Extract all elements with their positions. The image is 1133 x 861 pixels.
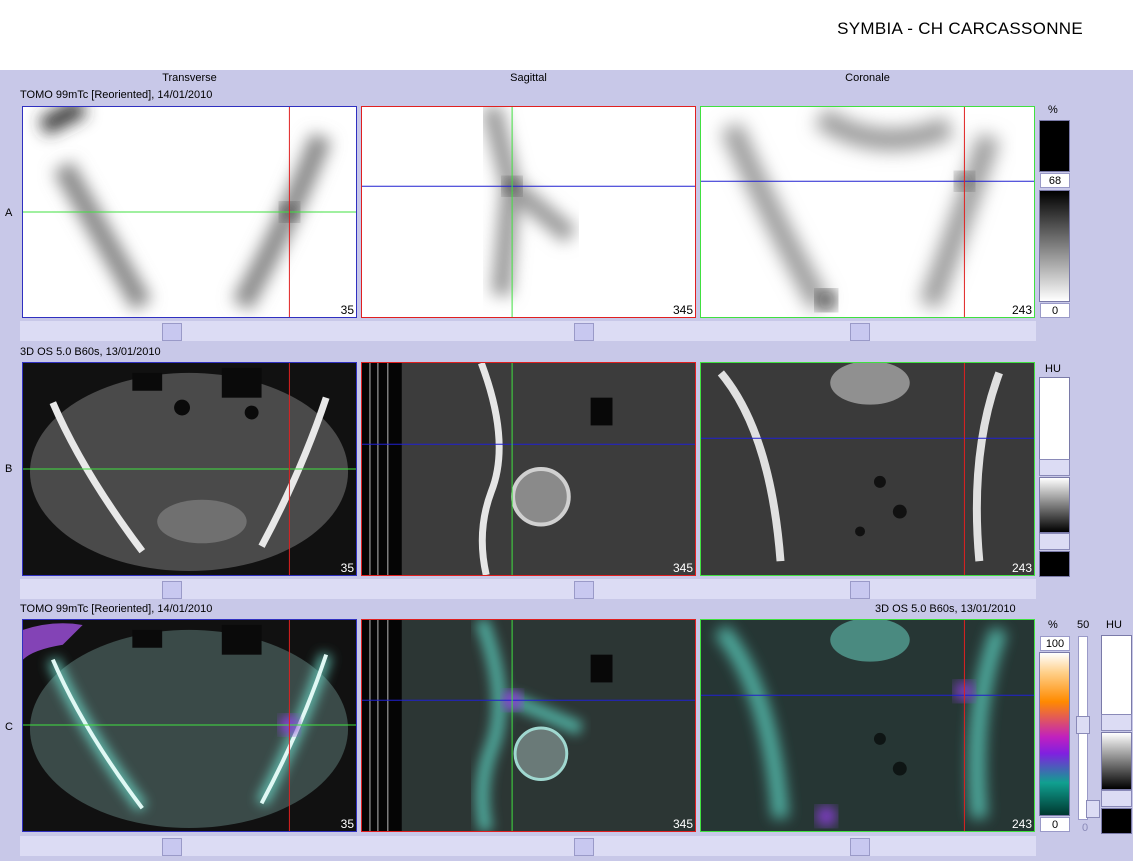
row-c-fusion-min-value: 0 [1082, 822, 1089, 834]
row-a-gray-colorbar [1039, 190, 1070, 302]
row-c-color-colorbar [1039, 652, 1070, 816]
row-c-transverse-scroll-thumb[interactable] [162, 838, 182, 856]
row-b-coronal-slice-number: 243 [1011, 561, 1032, 575]
row-b-slice-scrollbars[interactable] [20, 579, 1036, 599]
row-c-transverse-slice-number: 35 [340, 817, 354, 831]
row-c-coronal-slice-number: 243 [1011, 817, 1032, 831]
column-heading-transverse: Transverse [162, 72, 217, 84]
column-heading-sagittal: Sagittal [510, 72, 547, 84]
column-heading-coronal: Coronale [845, 72, 890, 84]
row-a-slice-scrollbars[interactable] [20, 321, 1036, 341]
row-a-scale-top-block [1039, 120, 1070, 172]
row-c-scale-unit-hu: HU [1106, 619, 1122, 631]
row-c-hu-bottom-handle[interactable] [1101, 790, 1132, 807]
row-b-window-bottom-handle[interactable] [1039, 533, 1070, 550]
row-c-coronal-image [701, 620, 1034, 831]
row-a-scale-unit: % [1048, 104, 1058, 116]
row-a-letter: A [5, 207, 13, 219]
row-b-sagittal-view[interactable]: 345 [361, 362, 696, 576]
row-c-series-label-right: 3D OS 5.0 B60s, 13/01/2010 [875, 603, 1016, 615]
row-a-sagittal-scroll-thumb[interactable] [574, 323, 594, 341]
row-c-scale-max-value[interactable]: 100 [1040, 636, 1070, 651]
row-c-hu-bottom-block [1101, 808, 1132, 834]
row-a-sagittal-image [362, 107, 695, 317]
app-header: SYMBIA - CH CARCASSONNE [0, 0, 1133, 70]
row-b-window-top-handle[interactable] [1039, 459, 1070, 476]
row-c-slice-scrollbars[interactable] [20, 836, 1036, 856]
row-a-coronal-scroll-thumb[interactable] [850, 323, 870, 341]
row-b-transverse-slice-number: 35 [340, 561, 354, 575]
row-c-transverse-view[interactable]: 35 [22, 619, 357, 832]
row-a-scale-min-value[interactable]: 0 [1040, 303, 1070, 318]
row-c-fusion-blend-value: 50 [1077, 619, 1090, 631]
row-b-series-label: 3D OS 5.0 B60s, 13/01/2010 [20, 346, 161, 358]
row-b-gray-colorbar [1039, 477, 1070, 533]
row-c-hu-gray-colorbar [1101, 732, 1132, 790]
row-c-fusion-slider-thumb[interactable] [1076, 716, 1090, 734]
row-a-sagittal-slice-number: 345 [672, 303, 693, 317]
row-b-scale-bottom-block [1039, 551, 1070, 577]
row-a-transverse-scroll-thumb[interactable] [162, 323, 182, 341]
row-b-sagittal-image [362, 363, 695, 575]
row-c-sagittal-view[interactable]: 345 [361, 619, 696, 832]
row-a-coronal-image [701, 107, 1034, 317]
row-b-sagittal-scroll-thumb[interactable] [574, 581, 594, 599]
row-a-transverse-view[interactable]: 35 [22, 106, 357, 318]
row-a-transverse-image [23, 107, 356, 317]
row-c-scale-unit-percent: % [1048, 619, 1058, 631]
row-b-coronal-image [701, 363, 1034, 575]
row-b-sagittal-slice-number: 345 [672, 561, 693, 575]
row-c-sagittal-scroll-thumb[interactable] [574, 838, 594, 856]
site-title: SYMBIA - CH CARCASSONNE [837, 19, 1083, 38]
row-a-coronal-slice-number: 243 [1011, 303, 1032, 317]
row-a-series-label: TOMO 99mTc [Reoriented], 14/01/2010 [20, 89, 213, 101]
row-c-hu-top-block [1101, 635, 1132, 715]
row-a-scale-max-value[interactable]: 68 [1040, 173, 1070, 188]
row-b-scale-top-block [1039, 377, 1070, 461]
row-b-coronal-scroll-thumb[interactable] [850, 581, 870, 599]
row-a-coronal-view[interactable]: 243 [700, 106, 1035, 318]
row-a-sagittal-view[interactable]: 345 [361, 106, 696, 318]
row-b-coronal-view[interactable]: 243 [700, 362, 1035, 576]
row-b-letter: B [5, 463, 13, 475]
row-b-transverse-image [23, 363, 356, 575]
row-c-fusion-lower-thumb[interactable] [1086, 800, 1100, 818]
row-b-transverse-scroll-thumb[interactable] [162, 581, 182, 599]
row-c-transverse-image [23, 620, 356, 831]
row-c-sagittal-image [362, 620, 695, 831]
row-c-hu-top-handle[interactable] [1101, 714, 1132, 731]
row-c-sagittal-slice-number: 345 [672, 817, 693, 831]
row-c-scale-min-value[interactable]: 0 [1040, 817, 1070, 832]
row-c-coronal-scroll-thumb[interactable] [850, 838, 870, 856]
row-c-coronal-view[interactable]: 243 [700, 619, 1035, 832]
row-a-transverse-slice-number: 35 [340, 303, 354, 317]
row-c-letter: C [5, 721, 13, 733]
row-c-series-label: TOMO 99mTc [Reoriented], 14/01/2010 [20, 603, 213, 615]
row-b-scale-unit: HU [1045, 363, 1061, 375]
row-b-transverse-view[interactable]: 35 [22, 362, 357, 576]
